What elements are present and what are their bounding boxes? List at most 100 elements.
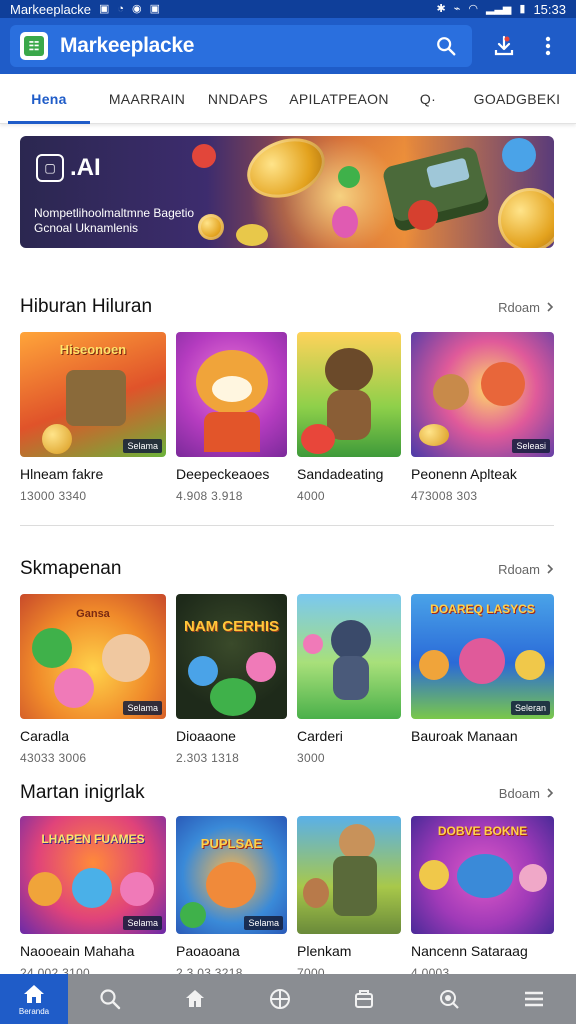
thumb-ball (301, 424, 335, 454)
thumb-character (419, 860, 449, 890)
card-meta: 4000 (297, 489, 325, 503)
banner-line-1: Nompetlihoolmaltmne Bagetio (34, 206, 195, 220)
thumb-character (303, 878, 329, 908)
bluetooth-icon: ✱ (436, 2, 446, 15)
nav-home[interactable]: Beranda (0, 974, 68, 1024)
tab-search[interactable]: Q· (398, 74, 458, 124)
download-button[interactable] (486, 28, 522, 64)
app-logo-icon: ☷ (24, 36, 44, 56)
battery-icon: ▮ (519, 2, 526, 15)
card-title: Carderi (297, 728, 343, 744)
search-icon (100, 989, 121, 1010)
more-options-button[interactable] (530, 28, 566, 64)
app-bar-actions (486, 28, 566, 64)
card-badge: Seleasi (512, 439, 550, 453)
tab-label: GOADGBEKI (473, 90, 561, 107)
tab-apilatpeaon[interactable]: APILATPEAON (280, 74, 398, 124)
tab-maarrain[interactable]: MAARRAIN (98, 74, 196, 124)
message-icon: ◉ (132, 2, 142, 15)
mute-icon: ⌁ (453, 2, 461, 15)
card-thumbnail: Gansa Selama (20, 594, 166, 719)
card-meta: 473008 303 (411, 489, 478, 503)
card-thumbnail: NAM CERHIS (176, 594, 287, 719)
app-bar: ☷ Markeeplacke (0, 18, 576, 74)
card-thumbnail: DOBVE BOKNE (411, 816, 554, 934)
thumb-character (325, 348, 373, 392)
see-more-link[interactable]: Rdoam (498, 562, 554, 577)
banner-text: Nompetlihoolmaltmne Bagetio Gcnoal Uknam… (34, 206, 194, 236)
thumb-character (459, 638, 505, 684)
thumb-coin (419, 424, 449, 446)
app-card[interactable]: DOBVE BOKNE Nancenn Sataraag 4 0003 (411, 816, 554, 980)
card-badge: Selama (123, 439, 162, 453)
nav-target[interactable] (407, 974, 492, 1024)
section-header: Martan inigrlak Bdoam (20, 782, 554, 804)
gem-image (192, 144, 216, 168)
card-meta: 2.303 1318 (176, 751, 240, 765)
section-divider (20, 525, 554, 526)
nav-library[interactable] (322, 974, 407, 1024)
app-card[interactable]: Seleasi Peonenn Aplteak 473008 303 (411, 332, 554, 503)
coin-image (498, 188, 554, 248)
see-more-link[interactable]: Bdoam (499, 786, 554, 801)
thumb-bear-body (204, 412, 260, 452)
card-title: Plenkam (297, 943, 352, 959)
thumb-character (28, 872, 62, 906)
nav-menu[interactable] (491, 974, 576, 1024)
tab-goadgbeki[interactable]: GOADGBEKI (458, 74, 576, 124)
card-meta: 4.908 3.918 (176, 489, 243, 503)
nav-store[interactable] (153, 974, 238, 1024)
category-tabs: Hena MAARRAIN NNDAPS APILATPEAON Q· GOAD… (0, 74, 576, 124)
app-card[interactable]: NAM CERHIS Dioaaone 2.303 1318 (176, 594, 287, 765)
card-title: Peonenn Aplteak (411, 466, 517, 482)
tab-hena[interactable]: Hena (0, 74, 98, 124)
section-header: Hiburan Hiluran Rdoam (20, 296, 554, 318)
banner-logo-text: .AI (70, 154, 101, 181)
nav-search[interactable] (68, 974, 153, 1024)
search-button[interactable] (428, 28, 464, 64)
chevron-right-icon (547, 302, 554, 312)
app-card[interactable]: Hiseonoen Selama Hlneam fakre 13000 3340 (20, 332, 166, 503)
see-more-label: Rdoam (498, 299, 540, 315)
app-card[interactable]: LHAPEN FUAMES Selama Naooeain Mahaha 24 … (20, 816, 166, 980)
section-title: Martan inigrlak (20, 782, 145, 803)
card-thumbnail (297, 332, 401, 457)
thumb-character (102, 634, 150, 682)
wifi-icon: ◔ (117, 2, 124, 15)
app-card[interactable]: DOAREQ LASYCS Seleran Bauroak Manaan (411, 594, 554, 751)
card-thumbnail: PUPLSAE Selama (176, 816, 287, 934)
thumb-character (120, 872, 154, 906)
tab-nndaps[interactable]: NNDAPS (196, 74, 280, 124)
thumb-character (72, 868, 112, 908)
card-thumbnail (297, 816, 401, 934)
app-card[interactable]: Carderi 3000 (297, 594, 401, 765)
thumb-title-art: DOAREQ LASYCS (430, 602, 535, 616)
thumb-character (246, 652, 276, 682)
card-meta: 43033 3006 (20, 751, 87, 765)
nav-home-label: Beranda (18, 1007, 50, 1016)
house-icon (186, 990, 204, 1007)
menu-icon (524, 991, 543, 1007)
status-left: Markeeplacke ▣ ◔ ◉ ▣ (10, 2, 160, 17)
promo-banner[interactable]: ▢ .AI Nompetlihoolmaltmne Bagetio Gcnoal… (20, 136, 554, 248)
thumb-character (32, 628, 72, 668)
bottom-navigation: Beranda (0, 974, 576, 1024)
tab-label: MAARRAIN (108, 90, 186, 107)
see-more-link[interactable]: Rdoam (498, 300, 554, 315)
app-card[interactable]: Sandadeating 4000 (297, 332, 401, 503)
card-title: Nancenn Sataraag (411, 943, 528, 959)
app-card[interactable]: Deepeckeaoes 4.908 3.918 (176, 332, 287, 503)
cell-signal-icon: ▂▃▅ (486, 2, 512, 15)
app-card[interactable]: PUPLSAE Selama Paoaoana 2.3 03 3218 (176, 816, 287, 980)
thumb-title-art: Gansa (76, 608, 110, 620)
card-badge: Selama (244, 916, 283, 930)
app-card[interactable]: Gansa Selama Caradla 43033 3006 (20, 594, 166, 765)
app-card[interactable]: Plenkam 7000 (297, 816, 401, 980)
nav-explore[interactable] (237, 974, 322, 1024)
thumb-character (339, 824, 375, 860)
card-row: Hiseonoen Selama Hlneam fakre 13000 3340… (20, 332, 554, 532)
home-icon (24, 985, 44, 1003)
card-thumbnail: LHAPEN FUAMES Selama (20, 816, 166, 934)
card-title: Sandadeating (297, 466, 384, 482)
app-logo[interactable]: ☷ (20, 32, 48, 60)
